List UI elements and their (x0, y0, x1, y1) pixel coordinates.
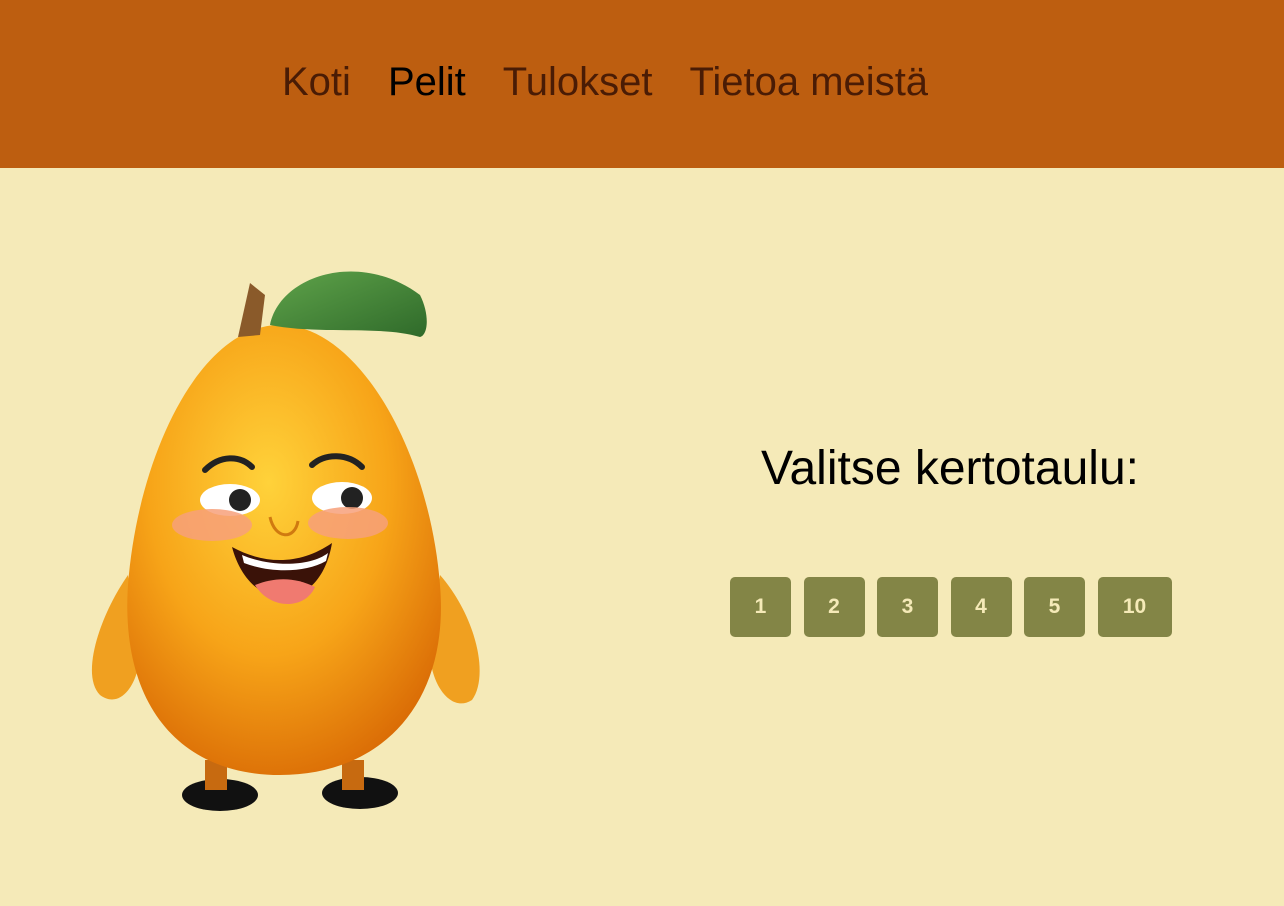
table-button-3[interactable]: 3 (877, 577, 938, 637)
table-button-5[interactable]: 5 (1024, 577, 1085, 637)
page-heading: Valitse kertotaulu: (761, 442, 1139, 495)
main-nav: Koti Pelit Tulokset Tietoa meistä (282, 58, 965, 106)
table-button-2[interactable]: 2 (803, 577, 865, 637)
nav-item-pelit[interactable]: Pelit (388, 58, 466, 106)
table-button-4[interactable]: 4 (950, 577, 1012, 637)
top-header: Koti Pelit Tulokset Tietoa meistä (0, 0, 1284, 168)
nav-item-tulokset[interactable]: Tulokset (503, 58, 653, 106)
table-button-1[interactable]: 1 (730, 577, 791, 637)
nav-item-tietoa-meista[interactable]: Tietoa meistä (689, 58, 928, 106)
nav-item-koti[interactable]: Koti (282, 58, 351, 106)
leaf (270, 271, 427, 337)
multiplication-table-buttons: 1 2 3 4 5 10 (730, 577, 1172, 637)
mango-body (127, 325, 441, 775)
table-button-10[interactable]: 10 (1097, 577, 1172, 637)
mango-mascot-image (91, 271, 480, 811)
